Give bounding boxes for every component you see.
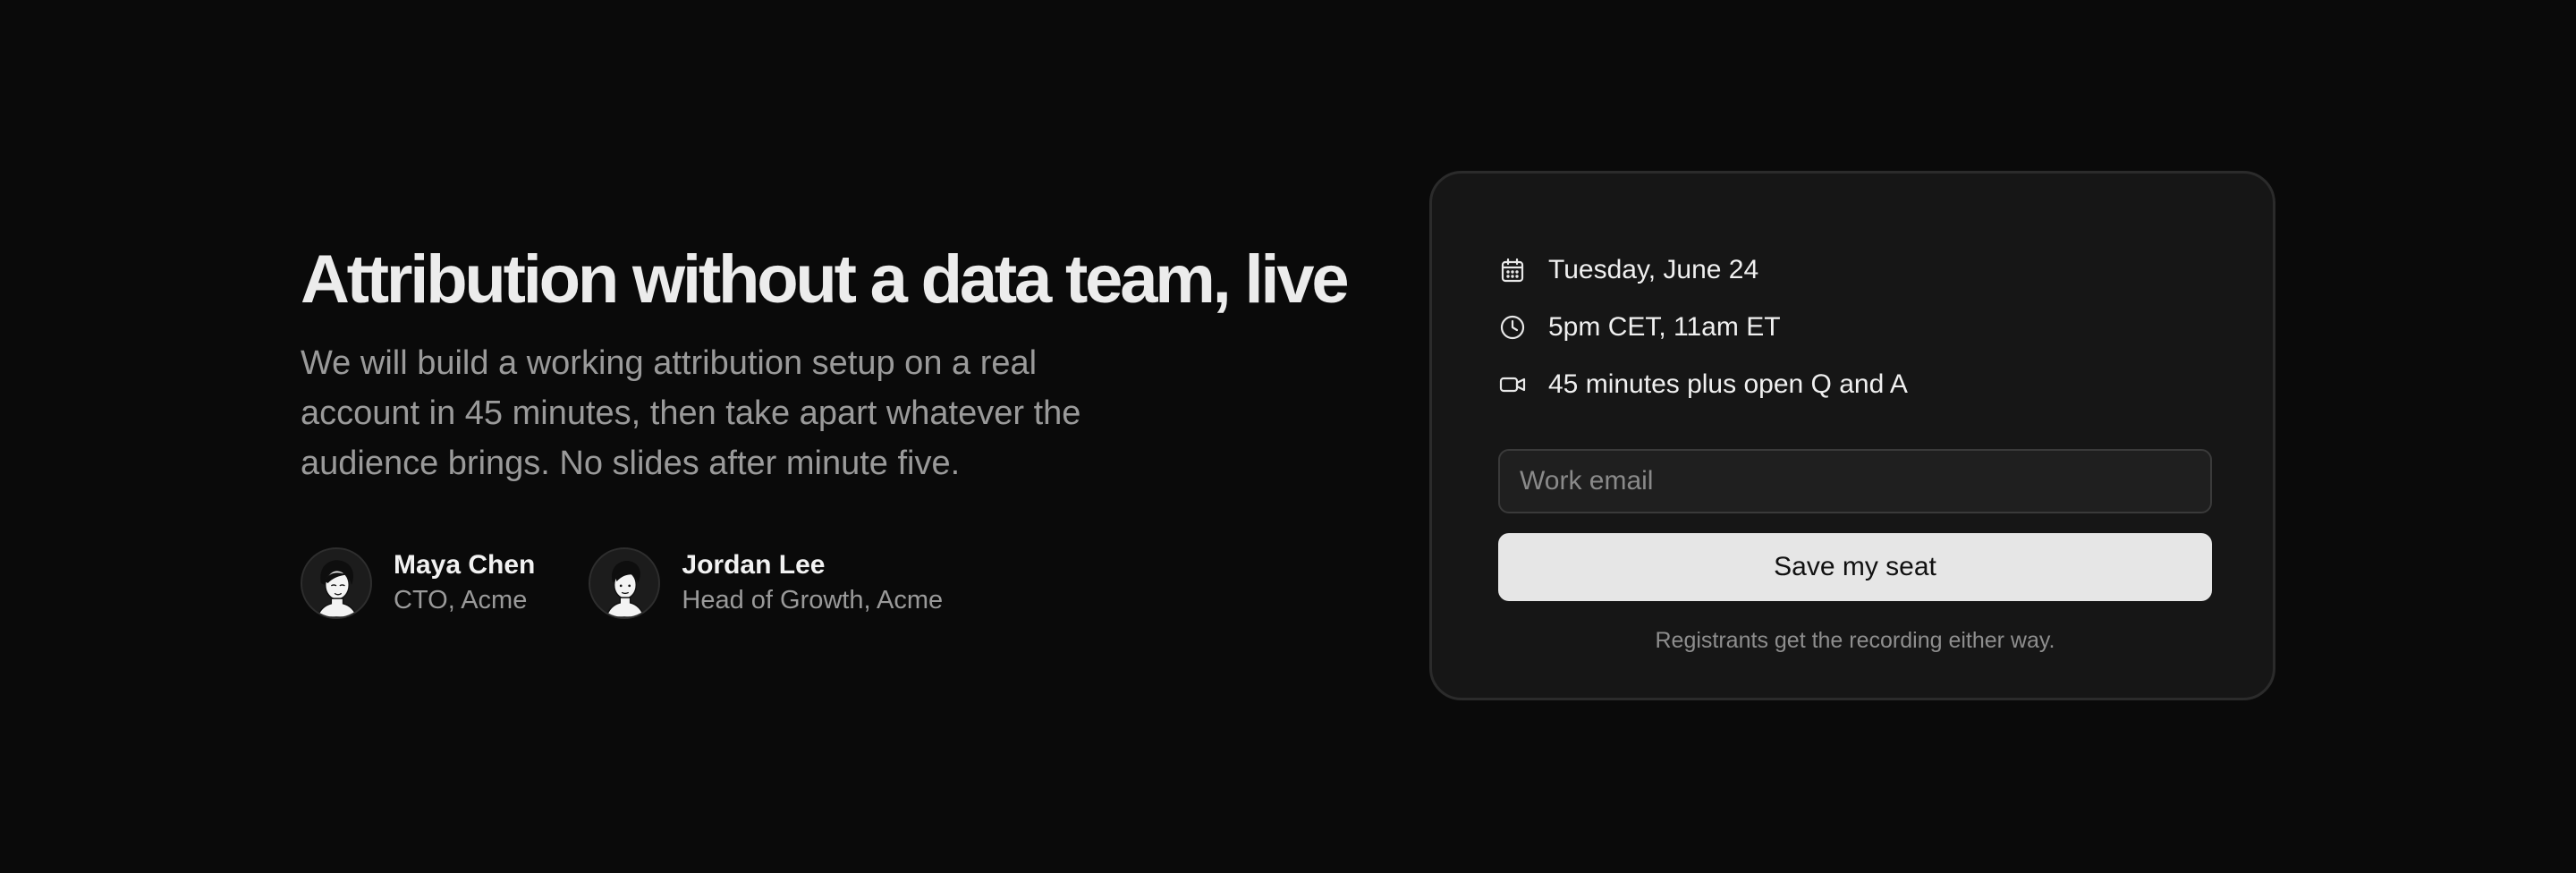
avatar: [589, 547, 661, 619]
avatar-jordan-icon: [606, 561, 646, 617]
avatar: [301, 547, 372, 619]
speaker-info: Maya Chen CTO, Acme: [394, 548, 535, 618]
video-icon: [1498, 370, 1527, 399]
registration-card: Tuesday, June 24 5pm CET, 11am ET 45 min…: [1429, 171, 2275, 700]
speaker-name: Jordan Lee: [682, 550, 826, 580]
event-duration: 45 minutes plus open Q and A: [1548, 369, 1908, 399]
speaker-maya-chen: Maya Chen CTO, Acme: [301, 547, 535, 619]
page-title: Attribution without a data team, live: [301, 242, 1350, 318]
speaker-info: Jordan Lee Head of Growth, Acme: [682, 548, 943, 618]
clock-icon: [1498, 313, 1527, 342]
event-time-row: 5pm CET, 11am ET: [1498, 299, 2207, 356]
event-duration-row: 45 minutes plus open Q and A: [1498, 356, 2207, 413]
event-date: Tuesday, June 24: [1548, 255, 1759, 284]
speakers-list: Maya Chen CTO, Acme Jordan Lee Head of G…: [301, 547, 1356, 619]
page-description: We will build a working attribution setu…: [301, 344, 1081, 482]
speaker-role: Head of Growth, Acme: [682, 586, 944, 614]
speaker-role: CTO, Acme: [394, 586, 528, 614]
email-field[interactable]: [1498, 449, 2212, 513]
avatar-maya-icon: [317, 560, 358, 617]
speaker-jordan-lee: Jordan Lee Head of Growth, Acme: [589, 547, 943, 619]
recording-note: Registrants get the recording either way…: [1655, 628, 2055, 653]
hero-left: Attribution without a data team, live We…: [301, 240, 1356, 619]
event-time: 5pm CET, 11am ET: [1548, 312, 1781, 342]
event-date-row: Tuesday, June 24: [1498, 242, 2207, 299]
calendar-icon: [1498, 256, 1527, 284]
save-my-seat-button[interactable]: Save my seat: [1498, 533, 2212, 601]
speaker-name: Maya Chen: [394, 550, 536, 580]
